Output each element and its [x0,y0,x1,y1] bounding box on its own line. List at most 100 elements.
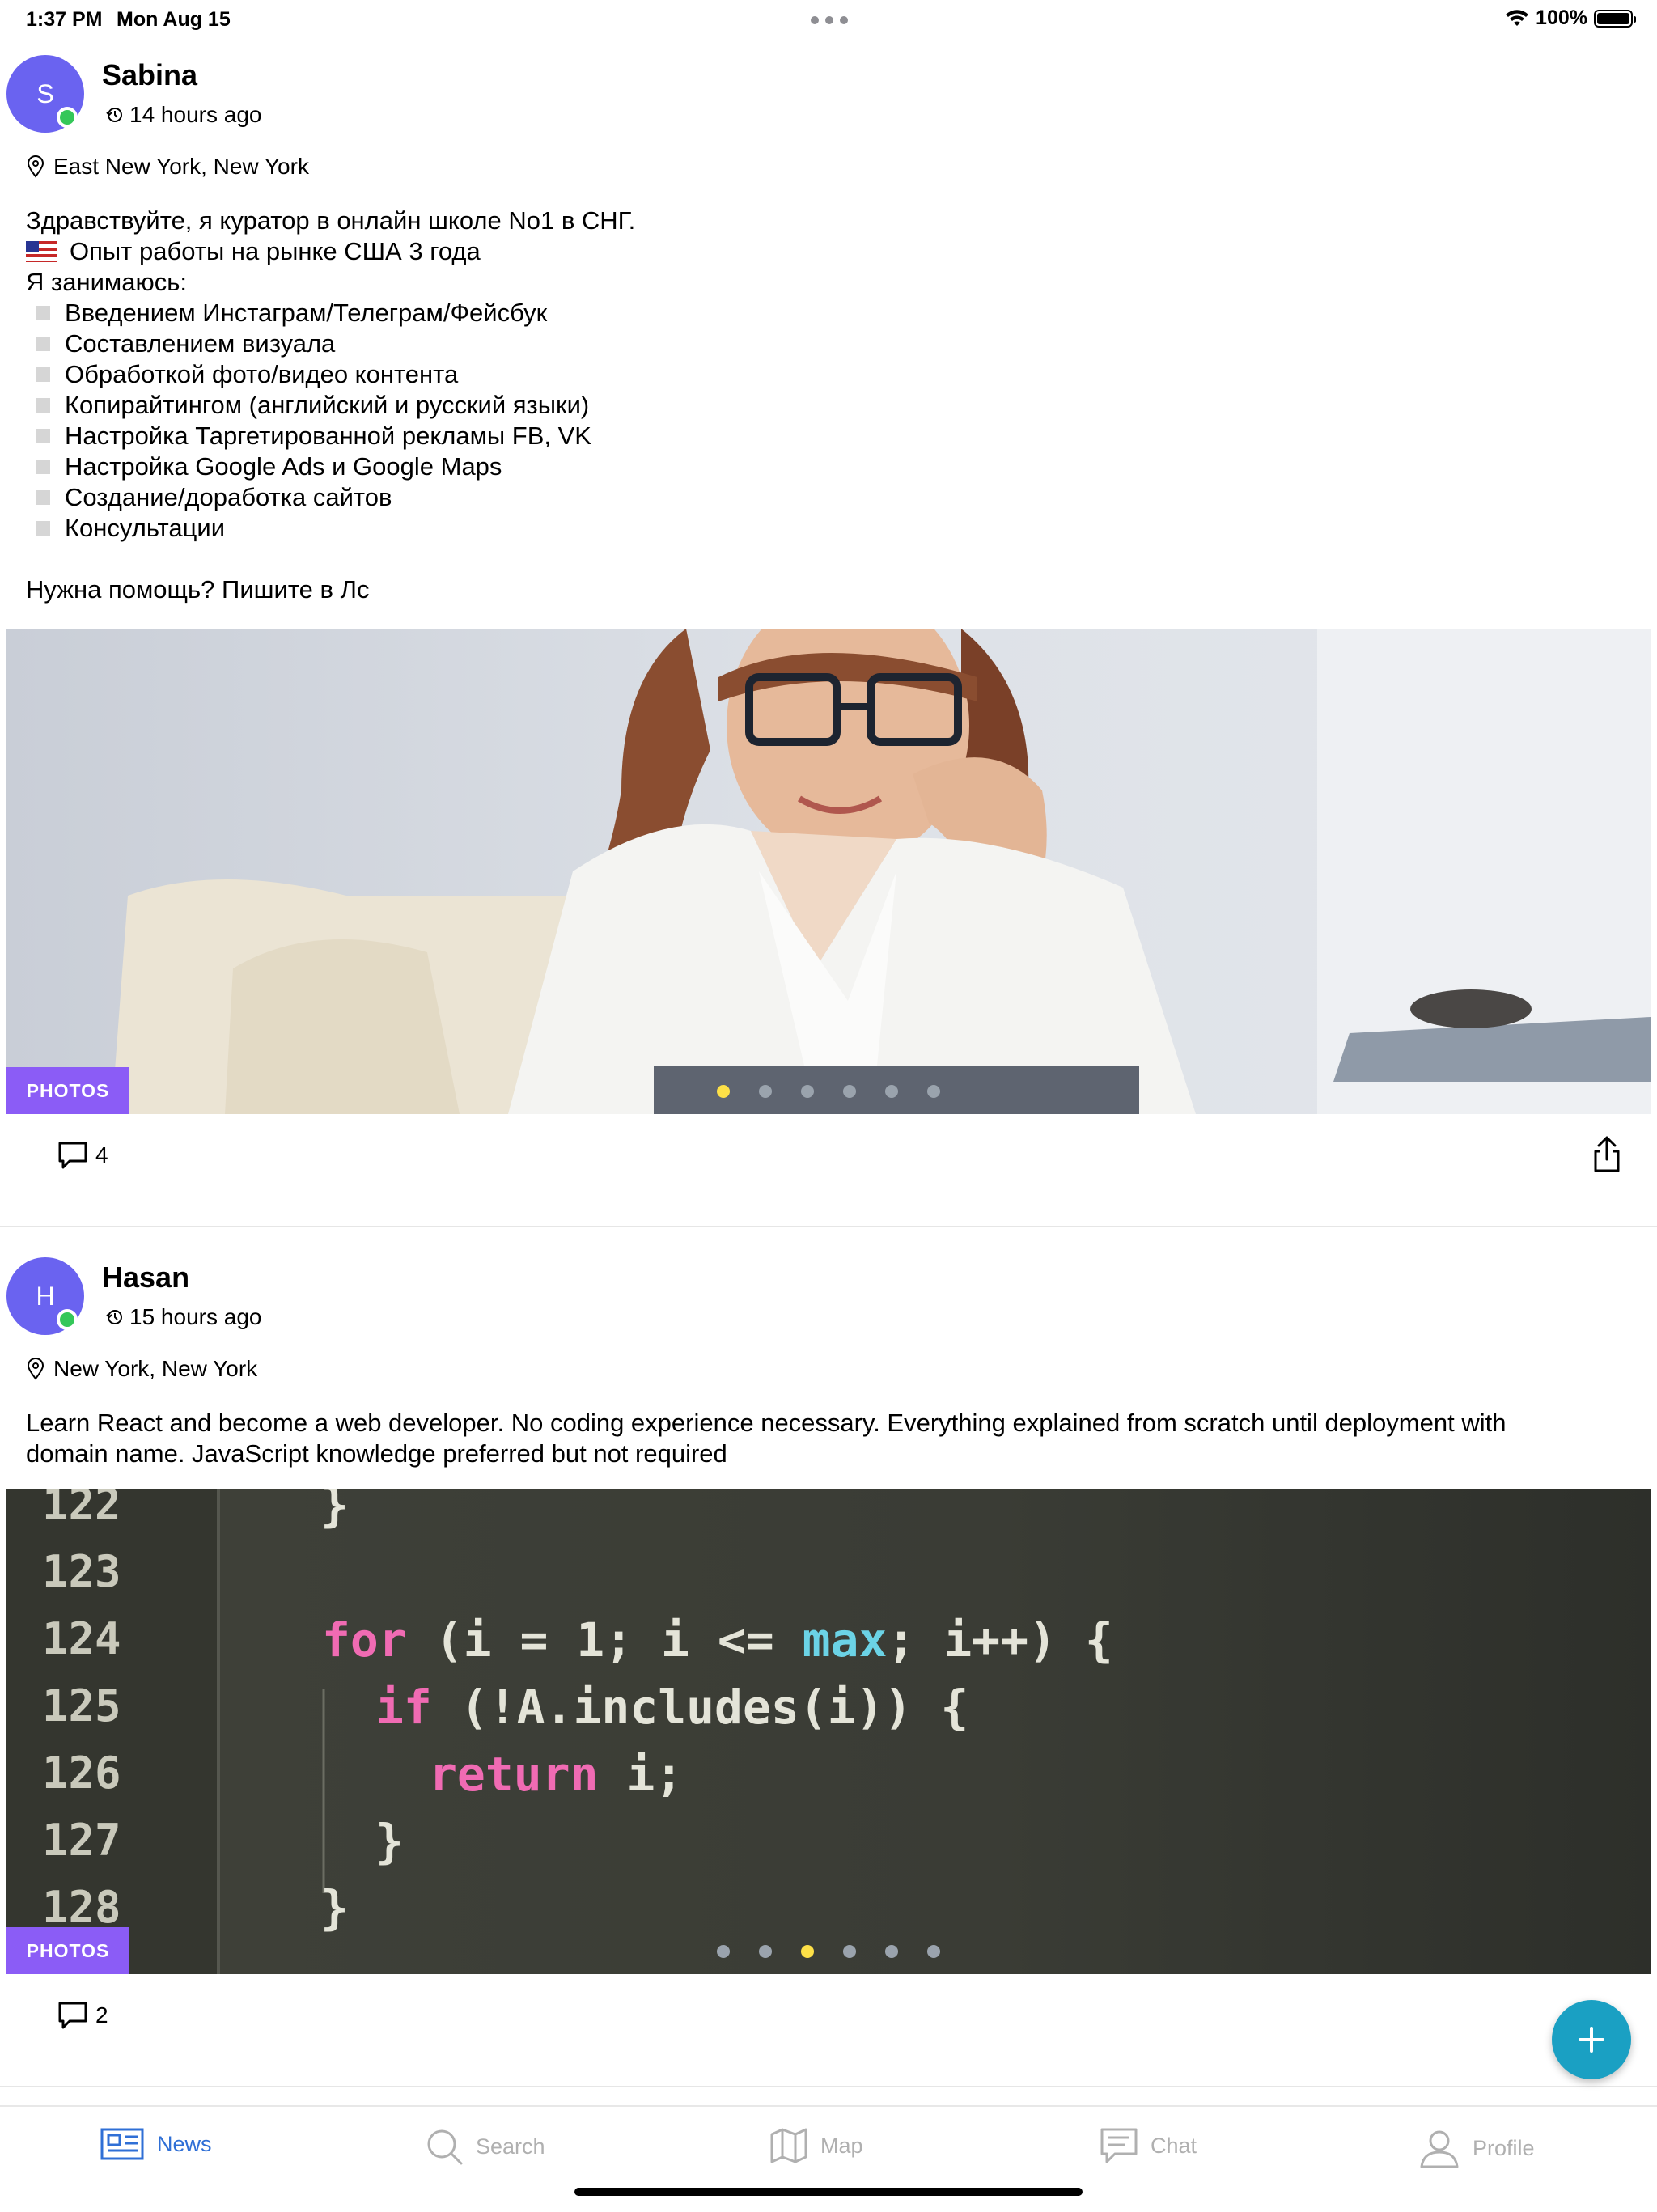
code-brace: } [320,1489,349,1532]
code-line-number: 126 [42,1748,121,1799]
tab-label: Chat [1151,2133,1197,2158]
comment-count: 4 [95,1142,108,1167]
battery-icon [1594,9,1636,28]
code-brace: } [375,1814,404,1869]
history-icon [106,1310,122,1324]
tab-label: Map [820,2133,863,2158]
list-item: Создание/доработка сайтов [26,482,1628,513]
code-keyword-max: max [803,1612,888,1667]
post-body: Здравствуйте, я куратор в онлайн школе N… [26,206,1628,605]
post-actions: 2 [0,1984,1657,2057]
location-pin-icon [27,155,44,178]
multitasking-dots[interactable] [811,16,848,24]
us-flag-icon [26,241,57,262]
post-line: Здравствуйте, я куратор в онлайн школе N… [26,206,636,235]
comment-icon [58,1142,87,1169]
code-photo: 122 123 124 125 126 127 128 } for (i = 1… [6,1489,1651,1974]
code-if-rest: (!A.includes(i)) { [432,1680,968,1735]
add-post-button[interactable] [1552,2000,1631,2079]
online-indicator [57,107,78,128]
post-body: Learn React and become a web developer. … [26,1408,1628,1469]
carousel-dot [927,1085,940,1098]
post-time: 15 hours ago [105,1304,261,1330]
post-footer-line: Нужна помощь? Пишите в Лс [26,575,370,604]
carousel-dot [717,1945,730,1958]
code-keyword-for: for [322,1612,407,1667]
carousel-dots[interactable] [717,1945,940,1958]
tab-label: News [157,2131,212,2156]
comment-count: 2 [95,2002,108,2028]
tab-news[interactable]: News [100,2128,212,2160]
photos-badge: PHOTOS [6,1067,129,1114]
tab-chat[interactable]: Chat [1100,2128,1197,2163]
share-icon [1594,1136,1620,1172]
code-return-line: return i; [429,1747,683,1802]
list-item: Составлением визуала [26,328,1628,359]
post-photo-carousel[interactable]: PHOTOS [6,629,1651,1114]
search-icon [427,2129,463,2165]
history-icon [106,108,122,122]
tab-label: Search [476,2134,545,2159]
carousel-dot [717,1085,730,1098]
code-line-number: 124 [42,1613,121,1664]
comment-button[interactable]: 2 [57,2000,108,2031]
post-divider [0,2086,1657,2087]
carousel-dot [885,1945,898,1958]
code-line-number: 122 [42,1489,121,1530]
tab-search[interactable]: Search [426,2128,545,2165]
carousel-dot [927,1945,940,1958]
map-icon [770,2128,807,2163]
post-line: domain name. JavaScript knowledge prefer… [26,1439,727,1468]
list-item: Введением Инстаграм/Телеграм/Фейсбук [26,298,1628,328]
carousel-dot [759,1945,772,1958]
post-line: Я занимаюсь: [26,268,187,296]
carousel-dot [843,1945,856,1958]
comment-icon [58,2002,87,2029]
tab-map[interactable]: Map [770,2128,863,2163]
post-time: 14 hours ago [105,102,261,128]
post-location: New York, New York [26,1356,257,1382]
code-for-line: for (i = 1; i <= max; i++) { [322,1612,1113,1667]
post-author[interactable]: Hasan [102,1261,189,1295]
list-item: Обработкой фото/видео контента [26,359,1628,390]
home-indicator[interactable] [574,2188,1083,2196]
carousel-dot [843,1085,856,1098]
comment-button[interactable]: 4 [57,1140,108,1171]
carousel-dot [885,1085,898,1098]
plus-icon [1579,2027,1604,2053]
profile-icon [1420,2130,1459,2168]
post-actions: 4 [0,1124,1657,1197]
code-line-number: 123 [42,1546,121,1597]
carousel-dot [759,1085,772,1098]
tab-label: Profile [1473,2135,1535,2160]
code-line-number: 125 [42,1680,121,1731]
post-author[interactable]: Sabina [102,58,197,92]
code-if-line: if (!A.includes(i)) { [375,1680,968,1735]
status-right: 100% [1505,6,1636,30]
news-icon [100,2128,144,2160]
code-line-number: 128 [42,1882,121,1933]
code-line-number: 127 [42,1815,121,1866]
post-line-flag: Опыт работы на рынке США 3 года [26,236,1628,267]
status-date: Mon Aug 15 [117,8,231,31]
carousel-dots[interactable] [717,1085,940,1098]
list-item: Настройка Таргетированной рекламы FB, VK [26,421,1628,451]
share-button[interactable] [1591,1135,1623,1178]
post-time-text: 15 hours ago [129,1304,262,1329]
post-location-text: East New York, New York [53,154,309,179]
code-brace: } [320,1880,349,1935]
post-photo-carousel[interactable]: 122 123 124 125 126 127 128 } for (i = 1… [6,1489,1651,1974]
woman-photo [6,629,1651,1114]
chat-icon [1100,2128,1138,2163]
battery-percent: 100% [1536,6,1587,29]
online-indicator [57,1309,78,1330]
code-keyword-if: if [375,1680,432,1735]
tab-profile[interactable]: Profile [1419,2128,1535,2168]
list-item: Копирайтингом (английский и русский язык… [26,390,1628,421]
post-location-text: New York, New York [53,1356,258,1381]
wifi-icon [1506,9,1529,26]
location-pin-icon [27,1358,44,1380]
code-keyword-return: return [429,1747,599,1802]
list-item: Настройка Google Ads и Google Maps [26,451,1628,482]
post-location: East New York, New York [26,154,309,180]
